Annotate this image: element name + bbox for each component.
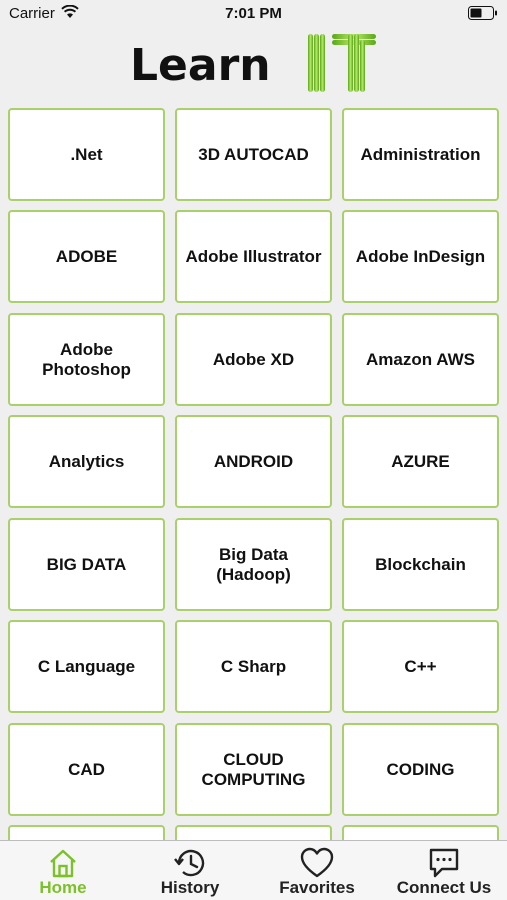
tab-history-label: History — [160, 878, 220, 897]
tab-favorites-label: Favorites — [279, 878, 355, 897]
course-tile[interactable]: Adobe Photoshop — [8, 313, 165, 406]
tile-label: C Sharp — [220, 656, 287, 676]
course-tile[interactable]: ANDROID — [175, 415, 332, 508]
history-icon — [174, 849, 205, 877]
tab-favorites[interactable]: Favorites — [254, 841, 380, 900]
tab-connect-us[interactable]: Connect Us — [381, 841, 507, 900]
course-tile[interactable]: C++ — [342, 620, 499, 713]
course-tile[interactable]: Analytics — [8, 415, 165, 508]
tab-history[interactable]: History — [127, 841, 253, 900]
course-tile[interactable]: C Language — [8, 620, 165, 713]
tile-label: BIG DATA — [46, 554, 127, 574]
course-tile[interactable]: Administration — [342, 108, 499, 201]
course-tile[interactable] — [342, 825, 499, 840]
tab-connect-us-label: Connect Us — [396, 878, 492, 897]
heart-icon — [300, 847, 334, 878]
tile-label: Adobe XD — [212, 349, 295, 369]
battery-icon — [468, 6, 497, 20]
tile-label: Amazon AWS — [366, 349, 475, 369]
course-grid[interactable]: .Net 3D AUTOCAD Administration ADOBE Ado… — [0, 106, 507, 840]
course-tile[interactable]: Blockchain — [342, 518, 499, 611]
course-tile[interactable]: Amazon AWS — [342, 313, 499, 406]
course-tile[interactable]: BIG DATA — [8, 518, 165, 611]
chat-icon — [429, 848, 459, 878]
tile-label: Blockchain — [375, 554, 466, 574]
status-time: 7:01 PM — [225, 5, 282, 22]
course-tile[interactable]: C Sharp — [175, 620, 332, 713]
tab-home-label: Home — [39, 878, 87, 897]
tile-label: .Net — [70, 144, 103, 164]
course-tile[interactable]: CLOUD COMPUTING — [175, 723, 332, 816]
status-bar: Carrier 7:01 PM — [0, 0, 507, 28]
tile-label: 3D AUTOCAD — [198, 144, 309, 164]
course-tile[interactable]: ADOBE — [8, 210, 165, 303]
app-header: Learn — [0, 28, 507, 100]
learn-it-logo: Learn — [130, 34, 376, 92]
tile-label: C Language — [37, 656, 136, 676]
course-tile[interactable]: Adobe Illustrator — [175, 210, 332, 303]
tile-label: CODING — [386, 759, 455, 779]
tile-label: Administration — [360, 144, 481, 164]
tile-label: Analytics — [48, 451, 125, 471]
tile-label: Big Data (Hadoop) — [216, 544, 291, 584]
tile-label: AZURE — [391, 451, 450, 471]
course-tile[interactable]: CODING — [342, 723, 499, 816]
tile-label: ANDROID — [213, 451, 294, 471]
course-tile[interactable]: 3D AUTOCAD — [175, 108, 332, 201]
svg-text:Learn: Learn — [130, 40, 271, 91]
home-icon — [50, 849, 76, 878]
tile-label: ADOBE — [55, 246, 118, 266]
course-tile[interactable]: AZURE — [342, 415, 499, 508]
course-tile[interactable] — [175, 825, 332, 840]
course-tile[interactable] — [8, 825, 165, 840]
course-tile[interactable]: .Net — [8, 108, 165, 201]
tab-home[interactable]: Home — [0, 841, 126, 900]
course-tile[interactable]: Adobe InDesign — [342, 210, 499, 303]
course-tile[interactable]: Adobe XD — [175, 313, 332, 406]
tile-label: C++ — [404, 656, 437, 676]
tile-label: Adobe Photoshop — [42, 339, 131, 379]
course-tile[interactable]: CAD — [8, 723, 165, 816]
course-tile[interactable]: Big Data (Hadoop) — [175, 518, 332, 611]
tile-label: CAD — [68, 759, 105, 779]
tile-label: Adobe InDesign — [355, 246, 486, 266]
tile-label: Adobe Illustrator — [185, 246, 322, 266]
tab-bar: Home History Favorites Connect Us — [0, 840, 507, 900]
tile-label: CLOUD COMPUTING — [201, 749, 306, 789]
